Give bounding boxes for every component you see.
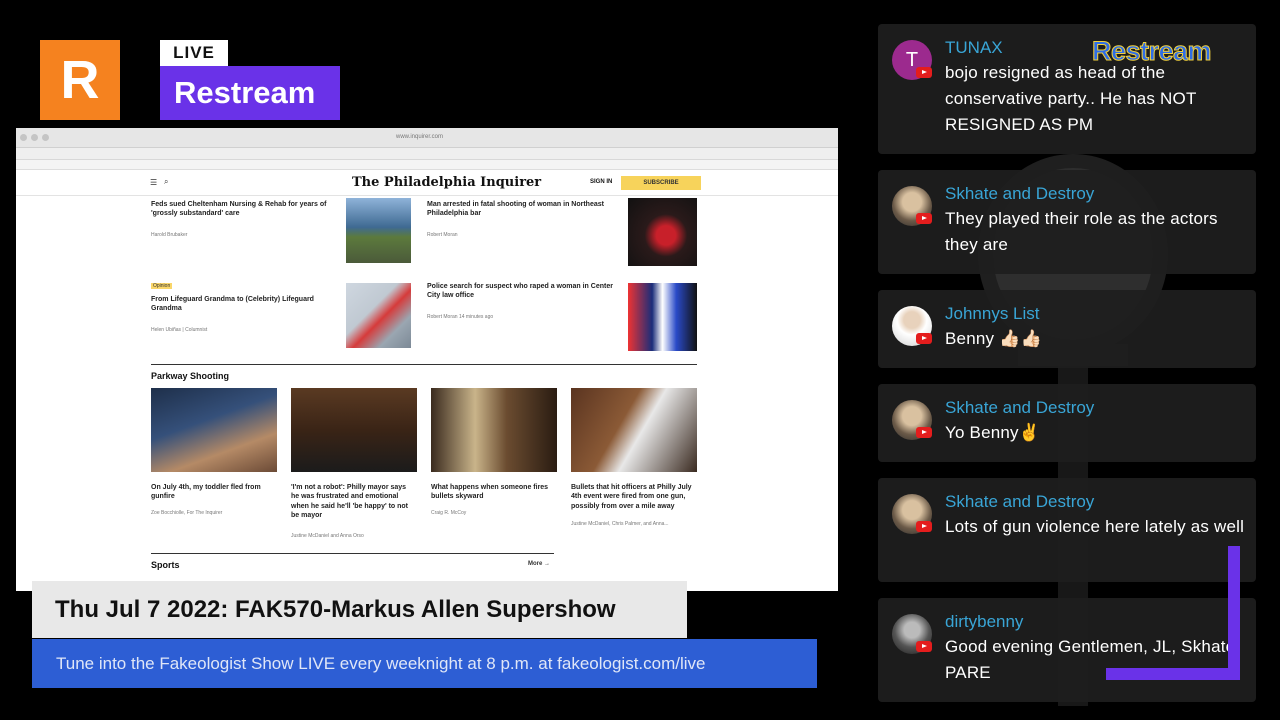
- chat-author: Skhate and Destroy: [945, 398, 1095, 417]
- parkway-title[interactable]: Bullets that hit officers at Philly July…: [571, 483, 695, 511]
- parkway-thumbnail[interactable]: [431, 388, 557, 472]
- section-title[interactable]: Sports: [151, 560, 180, 570]
- parkway-title[interactable]: What happens when someone fires bullets …: [431, 483, 555, 502]
- article-title[interactable]: Feds sued Cheltenham Nursing & Rehab for…: [151, 200, 329, 219]
- restream-logo-letter: R: [40, 40, 120, 120]
- parkway-thumbnail[interactable]: [571, 388, 697, 472]
- chat-message: T TUNAX bojo resigned as head of the con…: [878, 24, 1256, 154]
- youtube-icon: [916, 427, 932, 438]
- opinion-tag: Opinion: [151, 283, 173, 289]
- live-badge: LIVE: [160, 40, 228, 66]
- chat-text: Lots of gun violence here lately as well: [945, 517, 1245, 536]
- parkway-byline: Zoe Bocchiolle, For The Inquirer: [151, 510, 223, 516]
- article-title[interactable]: From Lifeguard Grandma to (Celebrity) Li…: [151, 295, 329, 314]
- chat-message: Johnnys List Benny 👍🏻👍🏻: [878, 290, 1256, 368]
- chat-message: Skhate and Destroy Yo Benny✌: [878, 384, 1256, 462]
- article-byline: Harold Brubaker: [151, 232, 188, 238]
- bookmarks-bar[interactable]: [16, 148, 838, 160]
- browser-tab-bar: www.inquirer.com: [16, 128, 838, 148]
- chat-author: dirtybenny: [945, 612, 1024, 631]
- section-title[interactable]: Parkway Shooting: [151, 371, 229, 381]
- youtube-icon: [916, 521, 932, 532]
- signin-link[interactable]: SIGN IN: [590, 179, 612, 185]
- article-title[interactable]: Man arrested in fatal shooting of woman …: [427, 200, 609, 219]
- chat-panel: T TUNAX bojo resigned as head of the con…: [878, 24, 1256, 720]
- parkway-thumbnail[interactable]: [151, 388, 277, 472]
- site-header: ☰ ⌕ The Philadelphia Inquirer SIGN IN SU…: [16, 170, 838, 196]
- section-divider: [151, 364, 697, 365]
- parkway-thumbnail[interactable]: [291, 388, 417, 472]
- article-thumbnail[interactable]: [628, 283, 697, 351]
- parkway-byline: Craig R. McCoy: [431, 510, 467, 516]
- chat-author: TUNAX: [945, 38, 1003, 57]
- parkway-title[interactable]: On July 4th, my toddler fled from gunfir…: [151, 483, 273, 502]
- restream-logo: R LIVE Restream: [40, 40, 340, 120]
- article-byline: Robert Moran: [427, 232, 458, 238]
- article-thumbnail[interactable]: [628, 198, 697, 266]
- episode-title-banner: Thu Jul 7 2022: FAK570-Markus Allen Supe…: [32, 581, 687, 638]
- frame-accent-horizontal: [1106, 668, 1240, 680]
- parkway-byline: Justine McDaniel and Anna Orso: [291, 533, 364, 539]
- youtube-icon: [916, 641, 932, 652]
- section-divider: [151, 553, 554, 554]
- youtube-icon: [916, 213, 932, 224]
- parkway-byline: Justine McDaniel, Chris Palmer, and Anna…: [571, 521, 669, 527]
- chat-text: Benny 👍🏻👍🏻: [945, 329, 1042, 348]
- browser-capture: www.inquirer.com ☰ ⌕ The Philadelphia In…: [16, 128, 838, 591]
- sports-more-link[interactable]: More →: [528, 561, 550, 567]
- search-icon[interactable]: ⌕: [164, 177, 168, 187]
- chat-message: Skhate and Destroy They played their rol…: [878, 170, 1256, 274]
- article-title[interactable]: Police search for suspect who raped a wo…: [427, 282, 617, 301]
- restream-logo-name: Restream: [160, 66, 340, 120]
- chat-message: dirtybenny Good evening Gentlemen, JL, S…: [878, 598, 1256, 702]
- article-thumbnail[interactable]: [346, 198, 411, 263]
- bookmarks-strip: [16, 160, 838, 170]
- chat-author: Skhate and Destroy: [945, 492, 1095, 511]
- article-byline: Robert Moran 14 minutes ago: [427, 314, 494, 320]
- article-thumbnail[interactable]: [346, 283, 411, 348]
- show-ticker-banner: Tune into the Fakeologist Show LIVE ever…: [32, 639, 817, 688]
- parkway-title[interactable]: 'I'm not a robot': Philly mayor says he …: [291, 483, 415, 521]
- youtube-icon: [916, 333, 932, 344]
- chat-text: Yo Benny✌: [945, 423, 1041, 442]
- frame-accent-vertical: [1228, 546, 1240, 680]
- chat-message: Skhate and Destroy Lots of gun violence …: [878, 478, 1256, 582]
- chat-text: bojo resigned as head of the conservativ…: [945, 63, 1197, 134]
- restream-watermark: Restream: [1091, 36, 1212, 67]
- site-title[interactable]: The Philadelphia Inquirer: [352, 175, 541, 190]
- article-byline: Helen Ubiñas | Columnist: [151, 327, 208, 333]
- chat-author: Skhate and Destroy: [945, 184, 1095, 203]
- chat-text: They played their role as the actors the…: [945, 209, 1218, 254]
- youtube-icon: [916, 67, 932, 78]
- address-bar[interactable]: www.inquirer.com: [396, 134, 443, 140]
- subscribe-button[interactable]: SUBSCRIBE: [621, 176, 701, 190]
- hamburger-icon[interactable]: ☰: [150, 178, 157, 187]
- chat-author: Johnnys List: [945, 304, 1040, 323]
